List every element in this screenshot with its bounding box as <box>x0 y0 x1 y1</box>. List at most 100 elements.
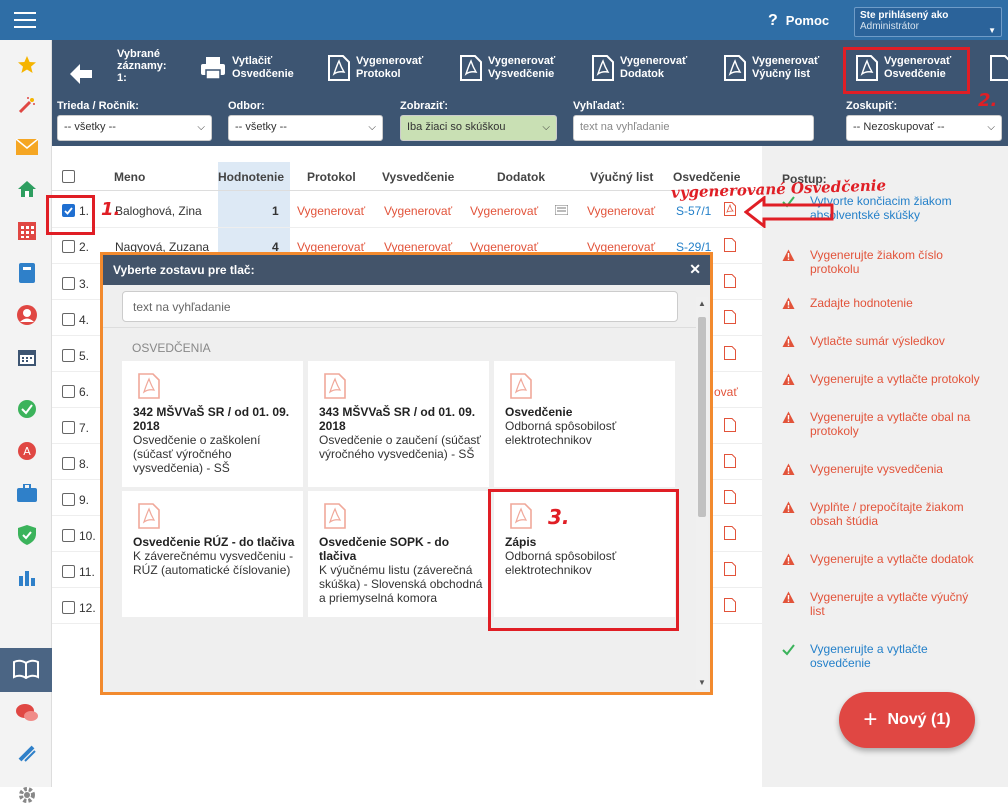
postup-step-label: Zadajte hodnotenie <box>810 296 913 310</box>
pdf-icon <box>510 373 532 402</box>
calendar-grid-icon[interactable] <box>14 218 40 244</box>
zobrazit-label: Zobraziť: <box>400 100 449 112</box>
check-circle-icon[interactable] <box>14 396 40 422</box>
generate-vyucny-list-button[interactable]: Vygenerovať Výučný list <box>724 48 819 88</box>
row-checkbox[interactable] <box>62 349 75 362</box>
annotation-3: 3. <box>548 505 570 529</box>
magic-wand-icon[interactable] <box>14 92 40 118</box>
card-icon[interactable] <box>554 204 569 218</box>
pdf-icon[interactable] <box>724 526 736 543</box>
report-card[interactable]: Osvedčenie SOPK - do tlačiva K výučnému l… <box>308 491 489 617</box>
search-input[interactable]: text na vyhľadanie <box>573 115 814 141</box>
generate-link-partial[interactable]: ovať <box>714 385 738 399</box>
user-circle-icon[interactable] <box>14 302 40 328</box>
generate-protokol-link[interactable]: Vygenerovať <box>297 204 365 218</box>
warning-icon <box>782 335 795 348</box>
pdf-icon[interactable] <box>724 274 736 291</box>
pdf-icon[interactable] <box>724 598 736 615</box>
settings-gear-icon[interactable] <box>14 782 40 808</box>
annotation-arrow-icon <box>743 194 834 231</box>
chevron-down-icon: ⌵ <box>197 122 205 133</box>
pdf-icon[interactable] <box>724 562 736 579</box>
modal-search-input[interactable]: text na vyhľadanie <box>122 291 678 322</box>
pdf-icon <box>324 373 346 402</box>
row-checkbox[interactable] <box>62 457 75 470</box>
header-meno[interactable]: Meno <box>114 170 145 184</box>
briefcase-icon[interactable] <box>14 480 40 506</box>
bar-chart-icon[interactable] <box>14 564 40 590</box>
row-checkbox[interactable] <box>62 421 75 434</box>
trieda-select[interactable]: -- všetky -- ⌵ <box>57 115 212 141</box>
calendar-icon[interactable] <box>14 344 40 370</box>
pdf-icon[interactable] <box>724 418 736 435</box>
generate-protokol-button[interactable]: Vygenerovať Protokol <box>328 48 423 88</box>
row-checkbox[interactable] <box>62 277 75 290</box>
pdf-icon[interactable] <box>724 454 736 471</box>
star-icon[interactable] <box>14 52 40 78</box>
row-checkbox[interactable] <box>62 313 75 326</box>
pdf-icon[interactable] <box>724 346 736 363</box>
close-icon[interactable]: ✕ <box>689 261 701 278</box>
report-card[interactable]: Osvedčenie Odborná spôsobilosť elektrotec… <box>494 361 675 487</box>
report-card-title: Osvedčenie RÚZ - do tlačiva <box>133 535 295 549</box>
shield-icon[interactable] <box>14 522 40 548</box>
zoskupit-select[interactable]: -- Nezoskupovať -- ⌵ <box>846 115 1002 141</box>
row-checkbox[interactable] <box>62 601 75 614</box>
open-book-nav-item[interactable] <box>0 648 52 692</box>
warning-icon <box>782 249 795 262</box>
more-pdf-button[interactable] <box>990 48 1008 88</box>
generate-vysvedcenie-button[interactable]: Vygenerovať Vysvedčenie <box>460 48 555 88</box>
generate-vyucny-list-link[interactable]: Vygenerovať <box>587 204 655 218</box>
header-vysvedcenie[interactable]: Vysvedčenie <box>382 170 454 184</box>
modal-scrollbar[interactable]: ▼ ▲ <box>696 297 708 689</box>
pdf-icon <box>328 55 350 81</box>
pdf-icon[interactable] <box>724 238 736 255</box>
generate-vysvedcenie-link[interactable]: Vygenerovať <box>384 204 452 218</box>
odbor-label: Odbor: <box>228 100 265 112</box>
user-menu[interactable]: Ste prihlásený ako Administrátor ▼ <box>854 7 1002 37</box>
chat-icon[interactable] <box>14 700 40 726</box>
pdf-icon[interactable] <box>724 490 736 507</box>
mail-icon[interactable] <box>14 134 40 160</box>
row-checkbox[interactable] <box>62 240 75 253</box>
menu-icon[interactable] <box>14 12 36 28</box>
row-checkbox[interactable] <box>62 565 75 578</box>
report-card[interactable]: Osvedčenie RÚZ - do tlačiva K záverečnému… <box>122 491 303 617</box>
select-all-checkbox[interactable] <box>62 170 75 183</box>
generate-dodatok-link[interactable]: Vygenerovať <box>470 204 538 218</box>
osvedcenie-number-link[interactable]: S-57/1 <box>676 204 711 218</box>
book-icon[interactable] <box>14 260 40 286</box>
print-osvedcenie-button[interactable]: Vytlačiť Osvedčenie <box>200 48 294 88</box>
plus-badge-icon[interactable]: A <box>14 438 40 464</box>
row-checkbox[interactable] <box>62 385 75 398</box>
report-card[interactable]: 343 MŠVVaŠ SR / od 01. 09. 2018 Osvedčeni… <box>308 361 489 487</box>
pdf-icon <box>592 55 614 81</box>
row-checkbox[interactable] <box>62 493 75 506</box>
header-hodnotenie[interactable]: Hodnotenie <box>218 170 288 184</box>
annotation-2: 2. <box>978 90 998 111</box>
home-icon[interactable] <box>14 176 40 202</box>
row-checkbox[interactable] <box>62 529 75 542</box>
pencil-icon[interactable] <box>14 740 40 766</box>
pdf-icon[interactable] <box>724 202 736 219</box>
pdf-icon <box>138 373 160 402</box>
generate-dodatok-button[interactable]: Vygenerovať Dodatok <box>592 48 687 88</box>
odbor-select[interactable]: -- všetky -- ⌵ <box>228 115 383 141</box>
warning-icon <box>782 463 795 476</box>
header-dodatok[interactable]: Dodatok <box>497 170 545 184</box>
header-protokol[interactable]: Protokol <box>307 170 356 184</box>
pdf-icon[interactable] <box>724 310 736 327</box>
table-row[interactable]: 1. Baloghová, Zina 1 Vygenerovať Vygener… <box>52 192 762 228</box>
back-button[interactable] <box>68 54 100 94</box>
report-card-title: Osvedčenie <box>505 405 573 419</box>
header-vyucny-list[interactable]: Výučný list <box>590 170 653 184</box>
report-card-title: 343 MŠVVaŠ SR / od 01. 09. 2018 <box>319 405 476 433</box>
warning-icon <box>782 297 795 310</box>
annotation-box-2 <box>843 47 970 94</box>
zobrazit-select[interactable]: Iba žiaci so skúškou ⌵ <box>400 115 557 141</box>
open-book-icon <box>13 659 39 682</box>
postup-step-label: Vygenerujte žiakom číslo protokolu <box>810 248 943 276</box>
new-button[interactable]: + Nový (1) <box>839 692 975 748</box>
help-link[interactable]: ? Pomoc <box>768 12 829 30</box>
report-card[interactable]: 342 MŠVVaŠ SR / od 01. 09. 2018 Osvedčeni… <box>122 361 303 487</box>
